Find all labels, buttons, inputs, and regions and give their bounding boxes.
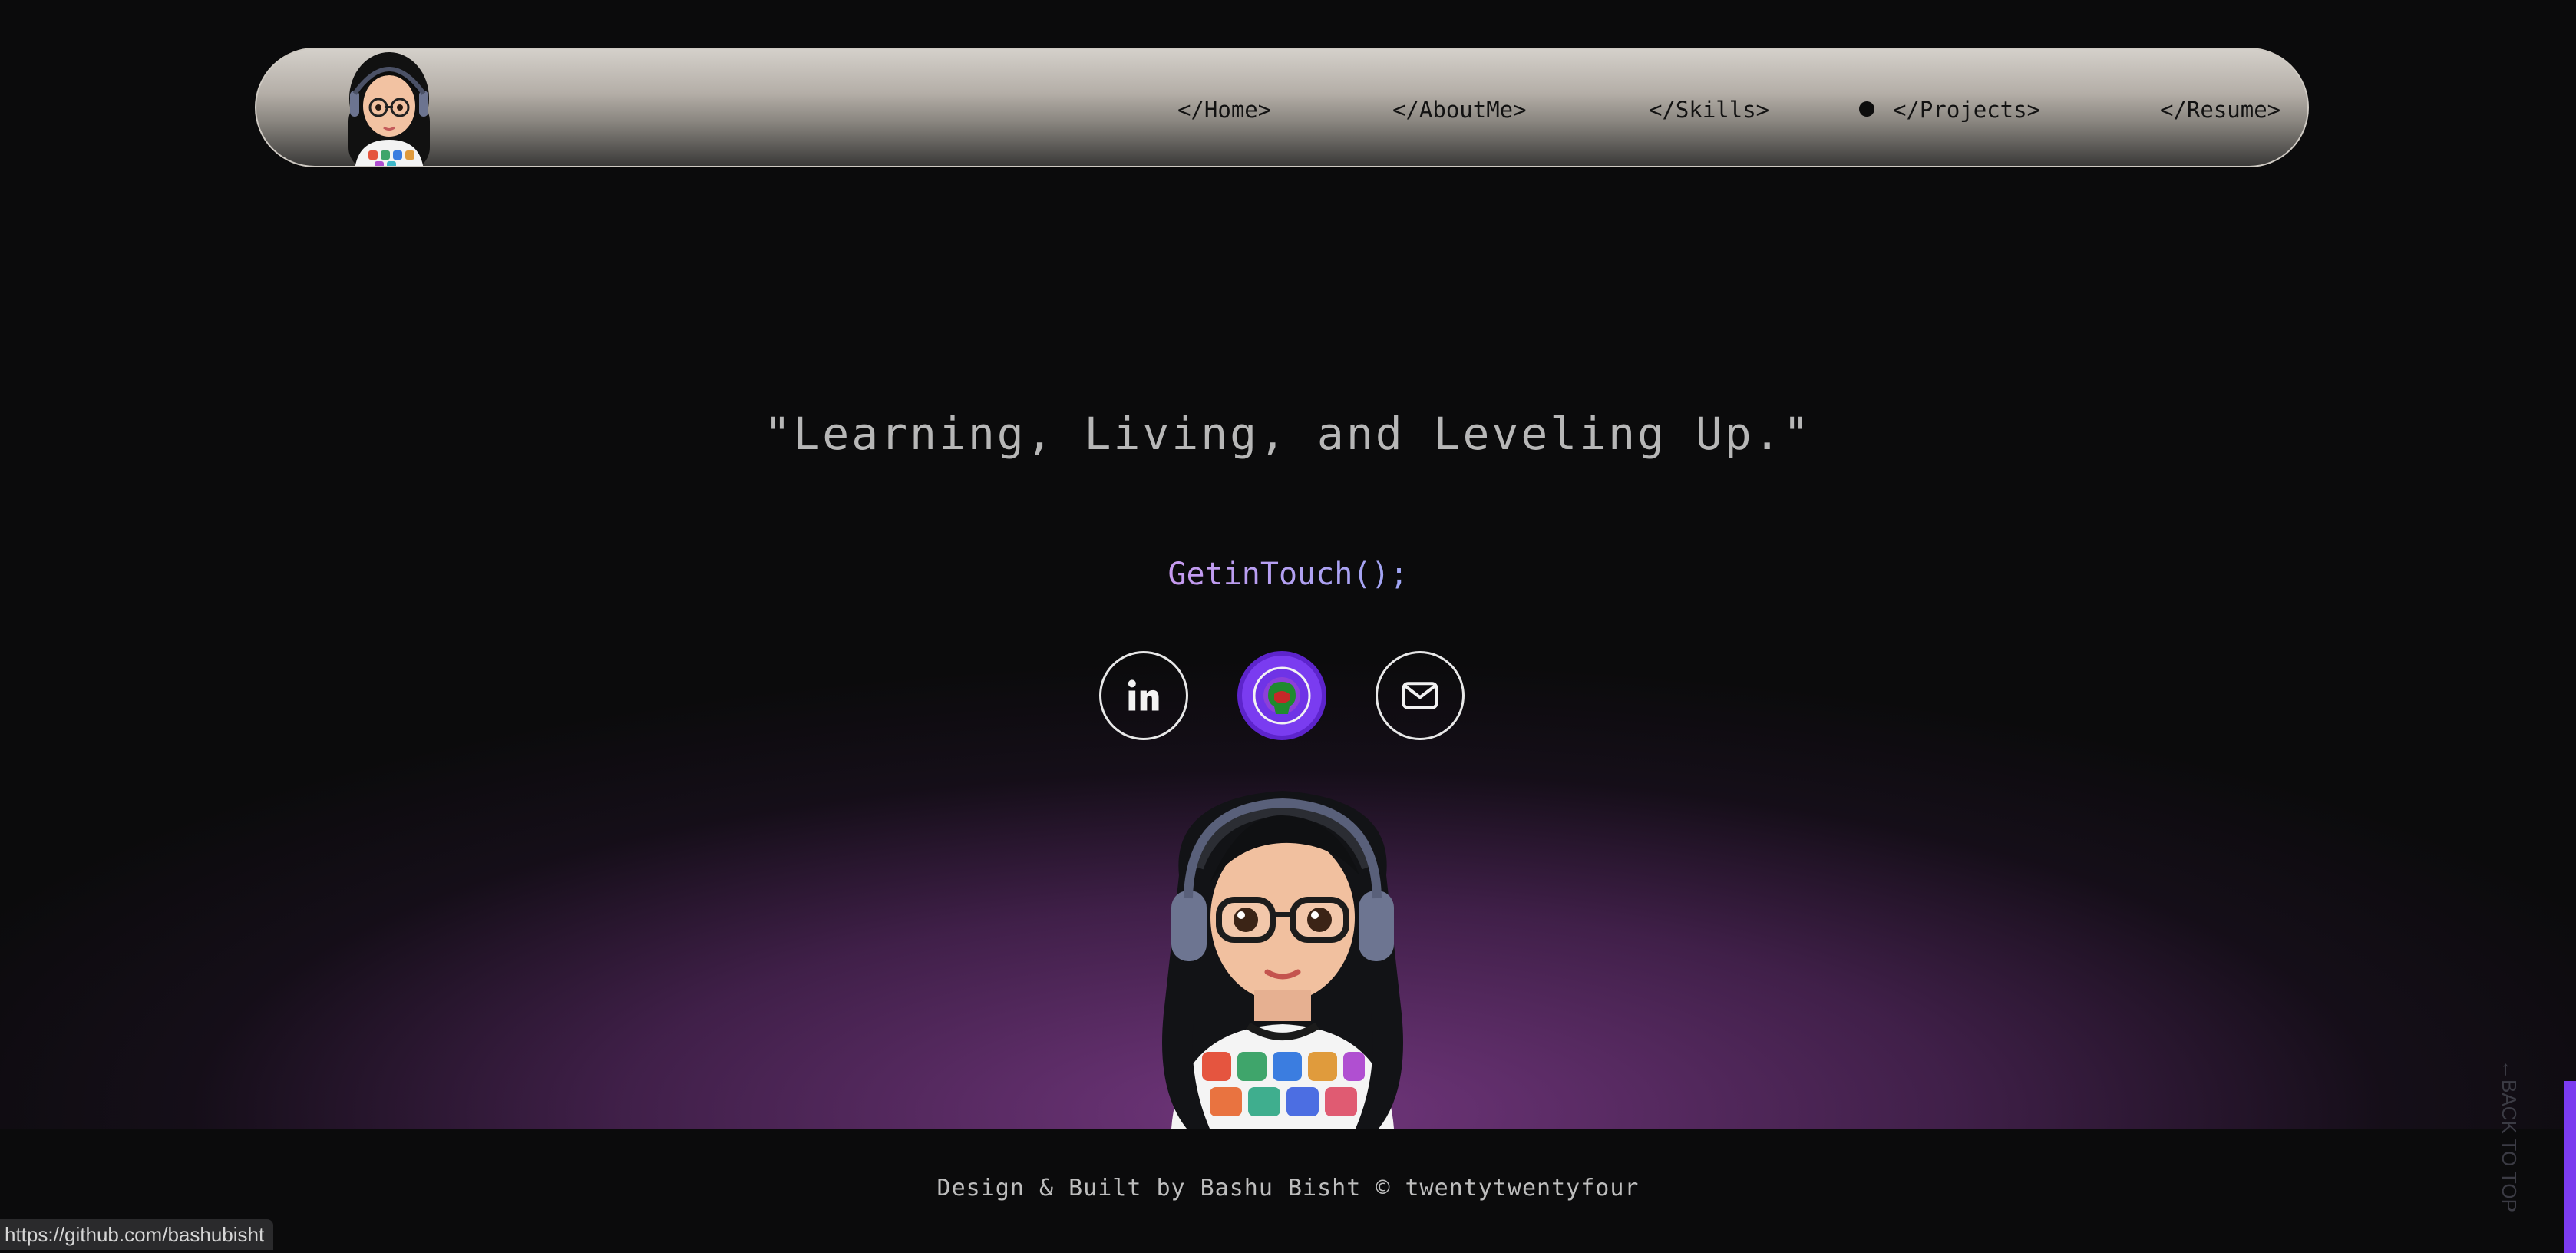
active-indicator-dot (1859, 101, 1874, 117)
linkedin-icon (1128, 679, 1159, 711)
back-to-top-label: ←BACK TO TOP (2498, 1060, 2521, 1212)
back-to-top-link[interactable]: ←BACK TO TOP (2498, 1060, 2544, 1228)
github-icon (1253, 666, 1311, 725)
top-navbar: </Home> </AboutMe> </Skills> </Projects>… (255, 48, 2309, 167)
nav-resume-link[interactable]: </Resume> (2160, 97, 2280, 123)
status-bar-url: https://github.com/bashubisht (0, 1219, 274, 1250)
hero-quote: "Learning, Living, and Leveling Up." (764, 408, 1812, 460)
scrollbar-thumb[interactable] (2564, 1081, 2576, 1253)
footer-credit: Design & Built by Bashu Bisht © twentytw… (936, 1175, 1640, 1202)
logo-avatar[interactable] (332, 48, 447, 167)
github-button[interactable] (1237, 651, 1326, 740)
get-in-touch-text: GetinTouch(); (1167, 557, 1409, 592)
get-in-touch-heading: GetinTouch(); (0, 554, 2576, 594)
nav-projects-link[interactable]: </Projects> (1893, 97, 2040, 123)
mail-icon (1402, 682, 1438, 709)
nav-home-link[interactable]: </Home> (1177, 97, 1271, 123)
nav-aboutme-link[interactable]: </AboutMe> (1392, 97, 1527, 123)
nav-skills-link[interactable]: </Skills> (1649, 97, 1769, 123)
avatar-illustration (1162, 791, 1403, 1129)
linkedin-button[interactable] (1099, 651, 1188, 740)
email-button[interactable] (1376, 651, 1465, 740)
